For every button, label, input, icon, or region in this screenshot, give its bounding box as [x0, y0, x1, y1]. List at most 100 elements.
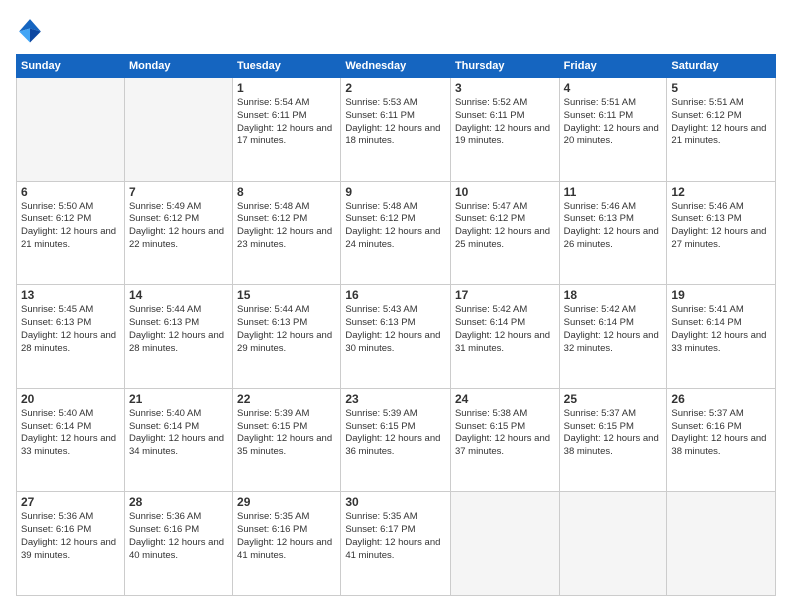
weekday-header-monday: Monday [124, 55, 232, 78]
day-detail: Sunrise: 5:52 AM Sunset: 6:11 PM Dayligh… [455, 97, 555, 148]
calendar-cell: 20Sunrise: 5:40 AM Sunset: 6:14 PM Dayli… [17, 388, 125, 492]
day-number: 3 [455, 81, 555, 95]
day-number: 12 [671, 185, 771, 199]
day-number: 20 [21, 392, 120, 406]
calendar-cell: 2 Sunrise: 5:53 AM Sunset: 6:11 PM Daylig… [341, 78, 451, 182]
logo [16, 16, 48, 44]
calendar-cell: 11 Sunrise: 5:46 AM Sunset: 6:13 PM Dayli… [559, 181, 667, 285]
day-number: 10 [455, 185, 555, 199]
day-detail: Sunrise: 5:46 AM Sunset: 6:13 PM Dayligh… [671, 201, 771, 252]
day-number: 22 [237, 392, 336, 406]
calendar-cell: 27 Sunrise: 5:36 AM Sunset: 6:16 PM Dayli… [17, 492, 125, 596]
day-number: 8 [237, 185, 336, 199]
calendar-cell: 9 Sunrise: 5:48 AM Sunset: 6:12 PM Daylig… [341, 181, 451, 285]
day-number: 1 [237, 81, 336, 95]
day-detail: Sunrise: 5:43 AM Sunset: 6:13 PM Dayligh… [345, 304, 446, 355]
day-number: 13 [21, 288, 120, 302]
day-number: 4 [564, 81, 663, 95]
day-detail: Sunrise: 5:50 AM Sunset: 6:12 PM Dayligh… [21, 201, 120, 252]
calendar-cell: 19 Sunrise: 5:41 AM Sunset: 6:14 PM Dayli… [667, 285, 776, 389]
calendar-cell [667, 492, 776, 596]
header [16, 16, 776, 44]
day-detail: Sunrise: 5:39 AM Sunset: 6:15 PM Dayligh… [237, 408, 336, 459]
day-number: 19 [671, 288, 771, 302]
calendar-table: SundayMondayTuesdayWednesdayThursdayFrid… [16, 54, 776, 596]
calendar-cell: 5Sunrise: 5:51 AM Sunset: 6:12 PM Daylig… [667, 78, 776, 182]
day-number: 2 [345, 81, 446, 95]
calendar-cell: 7Sunrise: 5:49 AM Sunset: 6:12 PM Daylig… [124, 181, 232, 285]
weekday-header-sunday: Sunday [17, 55, 125, 78]
calendar-cell [559, 492, 667, 596]
day-detail: Sunrise: 5:47 AM Sunset: 6:12 PM Dayligh… [455, 201, 555, 252]
day-number: 29 [237, 495, 336, 509]
weekday-header-row: SundayMondayTuesdayWednesdayThursdayFrid… [17, 55, 776, 78]
day-number: 23 [345, 392, 446, 406]
day-number: 30 [345, 495, 446, 509]
day-number: 16 [345, 288, 446, 302]
day-detail: Sunrise: 5:40 AM Sunset: 6:14 PM Dayligh… [129, 408, 228, 459]
day-number: 18 [564, 288, 663, 302]
day-number: 15 [237, 288, 336, 302]
calendar-cell: 4 Sunrise: 5:51 AM Sunset: 6:11 PM Daylig… [559, 78, 667, 182]
day-detail: Sunrise: 5:46 AM Sunset: 6:13 PM Dayligh… [564, 201, 663, 252]
day-number: 27 [21, 495, 120, 509]
calendar-cell: 30 Sunrise: 5:35 AM Sunset: 6:17 PM Dayli… [341, 492, 451, 596]
calendar-cell [124, 78, 232, 182]
day-detail: Sunrise: 5:37 AM Sunset: 6:15 PM Dayligh… [564, 408, 663, 459]
day-number: 17 [455, 288, 555, 302]
calendar-cell: 12 Sunrise: 5:46 AM Sunset: 6:13 PM Dayli… [667, 181, 776, 285]
calendar-cell: 3 Sunrise: 5:52 AM Sunset: 6:11 PM Daylig… [450, 78, 559, 182]
calendar-cell: 13 Sunrise: 5:45 AM Sunset: 6:13 PM Dayli… [17, 285, 125, 389]
calendar-cell: 17 Sunrise: 5:42 AM Sunset: 6:14 PM Dayli… [450, 285, 559, 389]
day-detail: Sunrise: 5:41 AM Sunset: 6:14 PM Dayligh… [671, 304, 771, 355]
calendar-cell: 16 Sunrise: 5:43 AM Sunset: 6:13 PM Dayli… [341, 285, 451, 389]
calendar-week-3: 13 Sunrise: 5:45 AM Sunset: 6:13 PM Dayli… [17, 285, 776, 389]
day-detail: Sunrise: 5:51 AM Sunset: 6:11 PM Dayligh… [564, 97, 663, 148]
page: SundayMondayTuesdayWednesdayThursdayFrid… [0, 0, 792, 612]
weekday-header-thursday: Thursday [450, 55, 559, 78]
weekday-header-saturday: Saturday [667, 55, 776, 78]
day-detail: Sunrise: 5:42 AM Sunset: 6:14 PM Dayligh… [564, 304, 663, 355]
calendar-cell: 15Sunrise: 5:44 AM Sunset: 6:13 PM Dayli… [233, 285, 341, 389]
day-number: 14 [129, 288, 228, 302]
calendar-cell: 6 Sunrise: 5:50 AM Sunset: 6:12 PM Daylig… [17, 181, 125, 285]
day-number: 25 [564, 392, 663, 406]
logo-icon [16, 16, 44, 44]
calendar-cell: 22 Sunrise: 5:39 AM Sunset: 6:15 PM Dayli… [233, 388, 341, 492]
day-number: 11 [564, 185, 663, 199]
day-detail: Sunrise: 5:44 AM Sunset: 6:13 PM Dayligh… [129, 304, 228, 355]
day-detail: Sunrise: 5:42 AM Sunset: 6:14 PM Dayligh… [455, 304, 555, 355]
day-detail: Sunrise: 5:39 AM Sunset: 6:15 PM Dayligh… [345, 408, 446, 459]
day-detail: Sunrise: 5:54 AM Sunset: 6:11 PM Dayligh… [237, 97, 336, 148]
calendar-week-4: 20 Sunrise: 5:40 AM Sunset: 6:14 PM Dayli… [17, 388, 776, 492]
day-detail: Sunrise: 5:38 AM Sunset: 6:15 PM Dayligh… [455, 408, 555, 459]
calendar-cell: 26Sunrise: 5:37 AM Sunset: 6:16 PM Dayli… [667, 388, 776, 492]
day-detail: Sunrise: 5:48 AM Sunset: 6:12 PM Dayligh… [237, 201, 336, 252]
day-detail: Sunrise: 5:35 AM Sunset: 6:17 PM Dayligh… [345, 511, 446, 562]
calendar-cell [17, 78, 125, 182]
day-number: 9 [345, 185, 446, 199]
day-number: 24 [455, 392, 555, 406]
weekday-header-tuesday: Tuesday [233, 55, 341, 78]
day-detail: Sunrise: 5:48 AM Sunset: 6:12 PM Dayligh… [345, 201, 446, 252]
calendar-cell: 29Sunrise: 5:35 AM Sunset: 6:16 PM Dayli… [233, 492, 341, 596]
day-detail: Sunrise: 5:36 AM Sunset: 6:16 PM Dayligh… [129, 511, 228, 562]
day-number: 21 [129, 392, 228, 406]
day-detail: Sunrise: 5:45 AM Sunset: 6:13 PM Dayligh… [21, 304, 120, 355]
day-number: 26 [671, 392, 771, 406]
calendar-cell: 25 Sunrise: 5:37 AM Sunset: 6:15 PM Dayli… [559, 388, 667, 492]
calendar-cell: 24 Sunrise: 5:38 AM Sunset: 6:15 PM Dayli… [450, 388, 559, 492]
calendar-cell: 18 Sunrise: 5:42 AM Sunset: 6:14 PM Dayli… [559, 285, 667, 389]
weekday-header-wednesday: Wednesday [341, 55, 451, 78]
calendar-cell [450, 492, 559, 596]
day-number: 28 [129, 495, 228, 509]
day-number: 6 [21, 185, 120, 199]
weekday-header-friday: Friday [559, 55, 667, 78]
calendar-week-5: 27 Sunrise: 5:36 AM Sunset: 6:16 PM Dayli… [17, 492, 776, 596]
day-detail: Sunrise: 5:36 AM Sunset: 6:16 PM Dayligh… [21, 511, 120, 562]
day-detail: Sunrise: 5:49 AM Sunset: 6:12 PM Dayligh… [129, 201, 228, 252]
day-detail: Sunrise: 5:53 AM Sunset: 6:11 PM Dayligh… [345, 97, 446, 148]
calendar-cell: 1 Sunrise: 5:54 AM Sunset: 6:11 PM Daylig… [233, 78, 341, 182]
day-detail: Sunrise: 5:51 AM Sunset: 6:12 PM Dayligh… [671, 97, 771, 148]
calendar-week-2: 6 Sunrise: 5:50 AM Sunset: 6:12 PM Daylig… [17, 181, 776, 285]
